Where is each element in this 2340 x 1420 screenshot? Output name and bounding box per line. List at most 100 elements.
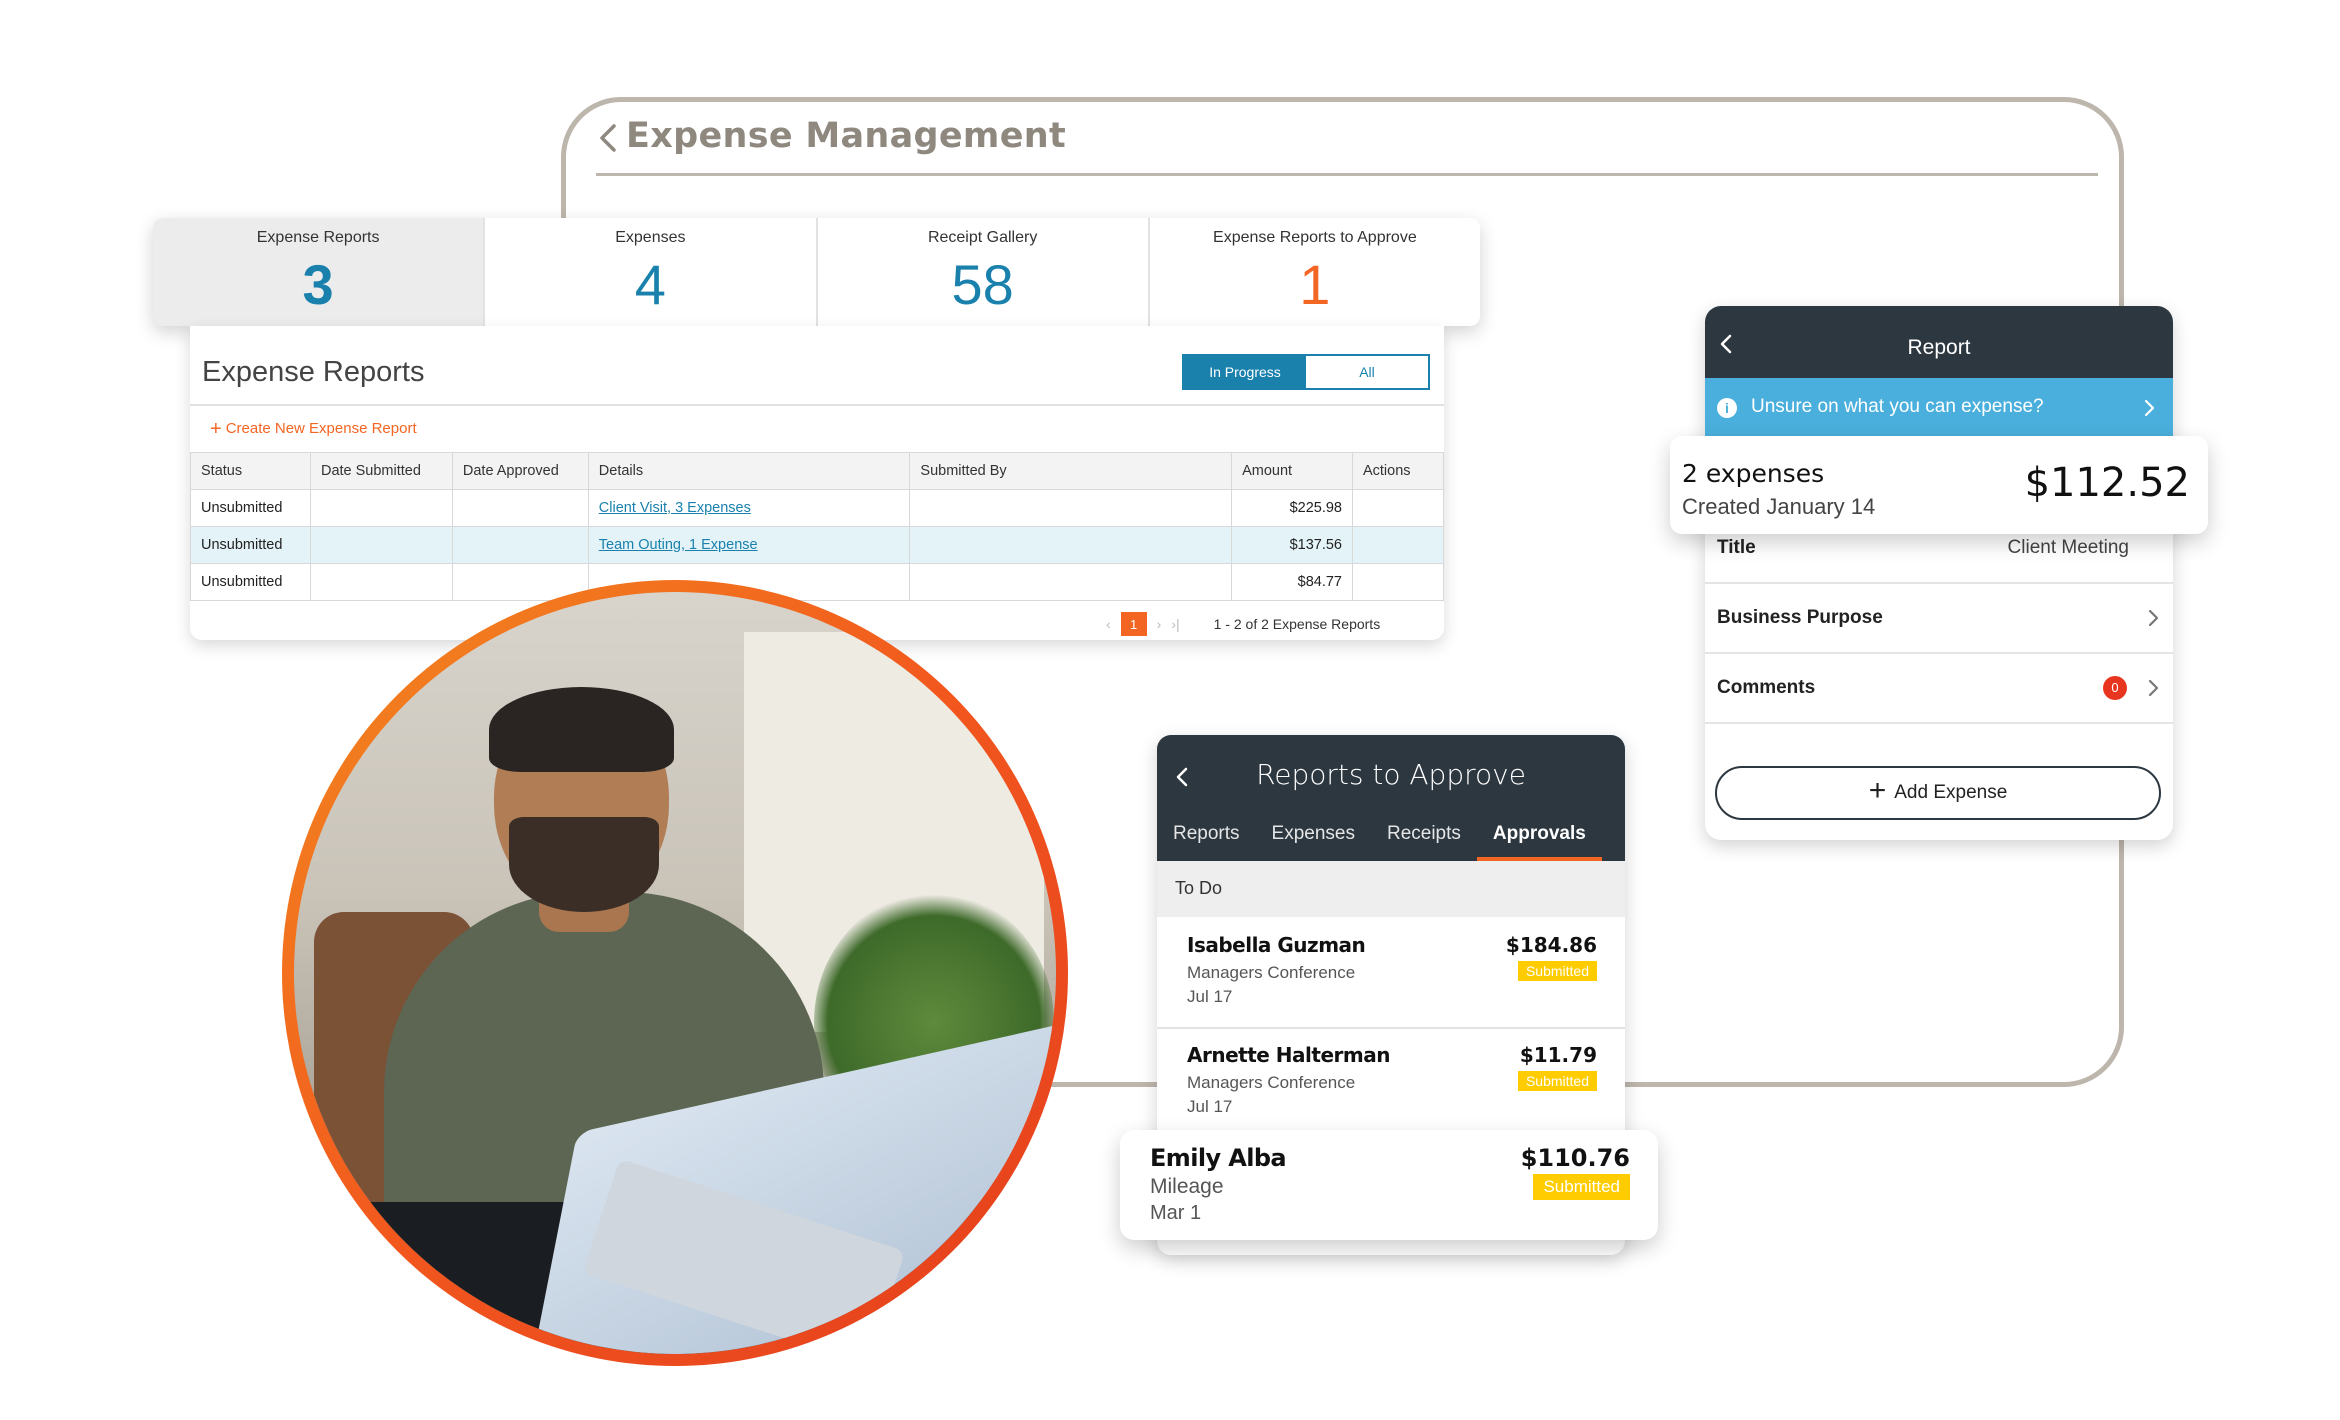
status-cell: Unsubmitted <box>190 526 311 564</box>
submitter-name: Arnette Halterman <box>1187 1043 1390 1067</box>
status-badge: Submitted <box>1517 961 1597 981</box>
panel-divider <box>190 404 1444 406</box>
comments-label: Comments <box>1717 677 1816 698</box>
actions-cell[interactable] <box>1351 526 1445 564</box>
report-header: Report <box>1705 306 2173 378</box>
column-header[interactable]: Status <box>190 452 311 490</box>
info-banner-text: Unsure on what you can expense? <box>1751 396 2044 417</box>
report-amount: $110.76 <box>1520 1144 1630 1172</box>
submitted-by-cell <box>909 563 1233 601</box>
filter-in-progress-button[interactable]: In Progress <box>1184 356 1306 388</box>
chevron-right-icon <box>2148 679 2159 697</box>
stat-expense-reports[interactable]: Expense Reports 3 <box>153 218 486 326</box>
back-chevron-icon[interactable] <box>596 118 622 158</box>
chevron-right-icon <box>2148 609 2159 627</box>
comments-count-badge: 0 <box>2103 676 2127 700</box>
rta-tabs: Reports Expenses Receipts Approvals <box>1157 815 1625 861</box>
amount-cell: $137.56 <box>1231 526 1353 564</box>
submitted-by-cell <box>909 526 1233 564</box>
created-date: Created January 14 <box>1682 494 1876 519</box>
details-link[interactable]: Client Visit, 3 Expenses <box>587 489 911 527</box>
report-title: Report <box>1907 336 1971 359</box>
approval-item[interactable]: Isabella Guzman Managers Conference Jul … <box>1157 917 1625 1029</box>
details-link[interactable]: Team Outing, 1 Expense <box>587 526 911 564</box>
todo-label: To Do <box>1175 878 1223 898</box>
approval-item-highlighted[interactable]: Emily Alba Mileage Mar 1 $110.76 Submitt… <box>1120 1130 1658 1240</box>
title-label: Title <box>1717 537 1756 558</box>
business-purpose-row[interactable]: Business Purpose <box>1705 584 2173 654</box>
stat-receipt-gallery[interactable]: Receipt Gallery 58 <box>818 218 1150 326</box>
person-using-laptop-photo <box>294 592 1056 1354</box>
current-page-button[interactable]: 1 <box>1120 612 1147 636</box>
stat-label: Expense Reports <box>256 229 380 246</box>
filter-all-button[interactable]: All <box>1306 356 1428 388</box>
status-filter: In Progress All <box>1182 354 1430 390</box>
approval-item[interactable]: Arnette Halterman Managers Conference Ju… <box>1157 1027 1625 1139</box>
hero-photo-ring <box>282 580 1068 1366</box>
actions-cell[interactable] <box>1351 563 1445 601</box>
rta-header: Reports to Approve Reports Expenses Rece… <box>1157 735 1625 861</box>
date-approved-cell <box>451 489 589 527</box>
report-date: Jul 17 <box>1187 1097 1233 1116</box>
stats-bar: Expense Reports 3 Expenses 4 Receipt Gal… <box>153 218 1480 326</box>
business-purpose-label: Business Purpose <box>1717 607 1883 628</box>
column-header[interactable]: Actions <box>1351 452 1445 490</box>
next-page-icon[interactable]: › <box>1157 616 1162 632</box>
column-header[interactable]: Details <box>587 452 911 490</box>
info-icon: i <box>1717 398 1737 418</box>
report-date: Mar 1 <box>1150 1202 1202 1224</box>
stat-value: 58 <box>951 253 1014 316</box>
column-header[interactable]: Date Approved <box>451 452 589 490</box>
stat-label: Expense Reports to Approve <box>1213 229 1417 246</box>
date-submitted-cell <box>309 526 453 564</box>
status-cell: Unsubmitted <box>190 563 311 601</box>
report-amount: $184.86 <box>1505 933 1597 957</box>
add-expense-label: Add Expense <box>1894 782 2008 803</box>
pagination-info: 1 - 2 of 2 Expense Reports <box>1213 616 1381 632</box>
todo-section-header: To Do <box>1157 861 1625 917</box>
rta-title: Reports to Approve <box>1256 758 1526 791</box>
status-badge: Submitted <box>1517 1071 1597 1091</box>
stat-expenses[interactable]: Expenses 4 <box>485 218 818 326</box>
column-header[interactable]: Date Submitted <box>309 452 453 490</box>
report-detail-screen: Report i Unsure on what you can expense?… <box>1705 306 2173 840</box>
chevron-right-icon <box>2144 399 2155 417</box>
report-subtitle: Mileage <box>1150 1175 1224 1198</box>
create-report-link[interactable]: + Create New Expense Report <box>210 418 417 441</box>
column-header[interactable]: Submitted By <box>909 452 1233 490</box>
tab-receipts[interactable]: Receipts <box>1371 815 1477 861</box>
table-row[interactable]: Unsubmitted Team Outing, 1 Expense $137.… <box>190 526 1445 564</box>
report-subtitle: Managers Conference <box>1187 963 1356 982</box>
tab-approvals[interactable]: Approvals <box>1476 815 1602 861</box>
expense-count: 2 expenses <box>1682 459 1825 488</box>
column-header[interactable]: Amount <box>1231 452 1353 490</box>
last-page-icon[interactable]: ›| <box>1171 616 1179 632</box>
panel-title: Expense Reports <box>202 356 425 388</box>
stat-value: 3 <box>302 253 334 316</box>
comments-row[interactable]: Comments 0 <box>1705 654 2173 724</box>
table-row[interactable]: Unsubmitted $84.77 <box>190 563 1445 601</box>
report-date: Jul 17 <box>1187 987 1233 1006</box>
app-title: Expense Management <box>626 116 1066 156</box>
report-summary-card[interactable]: 2 expenses Created January 14 $112.52 <box>1670 436 2208 534</box>
first-page-icon[interactable]: ‹ <box>1106 616 1111 632</box>
plus-icon: + <box>1868 774 1887 807</box>
submitter-name: Emily Alba <box>1150 1144 1287 1172</box>
title-value: Client Meeting <box>2007 537 2129 558</box>
submitted-by-cell <box>909 489 1233 527</box>
app-header: Expense Management <box>596 112 2096 174</box>
date-approved-cell <box>451 526 589 564</box>
info-banner[interactable]: i Unsure on what you can expense? <box>1705 378 2173 436</box>
tab-expenses[interactable]: Expenses <box>1256 815 1371 861</box>
stat-label: Receipt Gallery <box>927 229 1038 246</box>
expense-reports-table: Status Date Submitted Date Approved Deta… <box>190 452 1445 601</box>
add-expense-button[interactable]: + Add Expense <box>1715 766 2161 820</box>
actions-cell[interactable] <box>1351 489 1445 527</box>
tab-reports[interactable]: Reports <box>1157 815 1256 861</box>
stat-value: 1 <box>1299 253 1331 316</box>
create-report-label: Create New Expense Report <box>225 420 417 437</box>
table-row[interactable]: Unsubmitted Client Visit, 3 Expenses $22… <box>190 489 1445 527</box>
stat-reports-to-approve[interactable]: Expense Reports to Approve 1 <box>1150 218 1480 326</box>
pagination: ‹ 1 › ›| 1 - 2 of 2 Expense Reports <box>1106 612 1380 636</box>
stat-value: 4 <box>634 253 666 316</box>
